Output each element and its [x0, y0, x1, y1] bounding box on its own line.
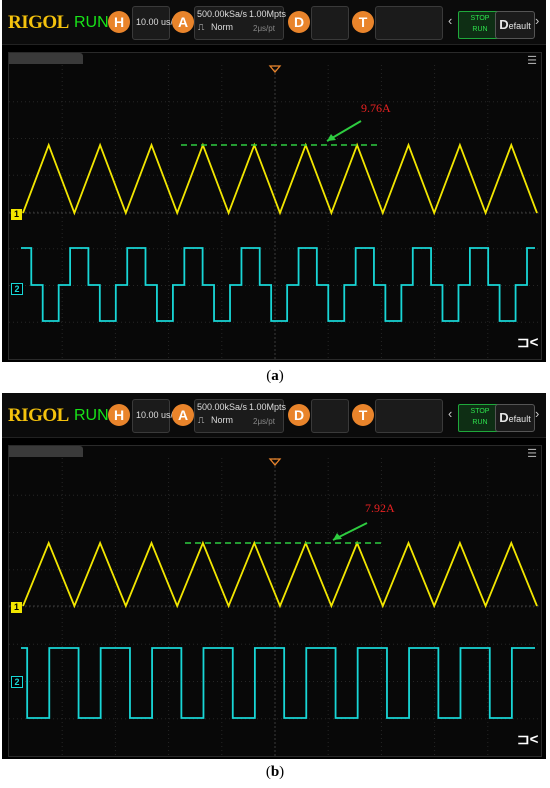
timebase-value: 10.00 us/: [136, 17, 174, 27]
ch1-marker[interactable]: 1: [11, 602, 22, 613]
caption-b: (b): [0, 764, 550, 781]
sample-rate: 500.00kSa/s: [197, 402, 248, 412]
default-button[interactable]: Default: [495, 11, 535, 39]
default-label: efault: [508, 21, 531, 31]
timebase-box[interactable]: 10.00 us/: [132, 6, 174, 40]
ch2-marker[interactable]: 2: [11, 283, 23, 295]
decode-box[interactable]: [311, 6, 349, 40]
acquire-button[interactable]: A: [172, 11, 194, 33]
waveform-canvas: [9, 458, 541, 756]
brand-logo: RIGOL: [8, 405, 69, 426]
decode-button[interactable]: D: [288, 404, 310, 426]
run-state: RUN: [74, 407, 109, 424]
default-initial: D: [499, 17, 509, 32]
ch1-marker[interactable]: 1: [11, 209, 22, 220]
chevron-left-icon[interactable]: ‹: [448, 13, 452, 28]
horizontal-button[interactable]: H: [108, 404, 130, 426]
trigger-mode: Norm: [211, 22, 233, 32]
exit-icon[interactable]: ⊐<: [517, 730, 538, 748]
default-label: efault: [508, 414, 531, 424]
acquire-box[interactable]: 500.00kSa/s 1.00Mpts ⎍ Norm 2μs/pt: [194, 6, 287, 40]
default-button[interactable]: Default: [495, 404, 535, 432]
caption-b-letter: b: [270, 764, 280, 780]
ch2-waveform: [21, 247, 535, 322]
trigger-button[interactable]: T: [352, 404, 374, 426]
top-toolbar: RIGOL RUN H 10.00 us/ A 500.00kSa/s 1.00…: [2, 393, 546, 438]
acquire-button[interactable]: A: [172, 404, 194, 426]
current-annotation: 7.92A: [365, 501, 395, 515]
exit-icon[interactable]: ⊐<: [517, 333, 538, 351]
decode-box[interactable]: [311, 399, 349, 433]
waveform-area[interactable]: ☰ 1 2 9.76A ⊐<: [8, 52, 542, 360]
acquire-box[interactable]: 500.00kSa/s 1.00Mpts ⎍ Norm 2μs/pt: [194, 399, 287, 433]
ch1-waveform: [22, 540, 538, 609]
run-state: RUN: [74, 14, 109, 31]
chevron-left-icon[interactable]: ‹: [448, 406, 452, 421]
ch2-waveform: [21, 647, 535, 719]
pulse-icon: ⎍: [198, 415, 205, 425]
sample-rate: 500.00kSa/s: [197, 9, 248, 19]
current-annotation: 9.76A: [361, 101, 391, 115]
time-per-point: 2μs/pt: [253, 417, 275, 426]
ch2-marker[interactable]: 2: [11, 676, 23, 688]
timebase-value: 10.00 us/: [136, 410, 174, 420]
caption-a-letter: a: [271, 368, 279, 384]
scope-panel-b: RIGOL RUN H 10.00 us/ A 500.00kSa/s 1.00…: [2, 393, 546, 759]
chevron-right-icon[interactable]: ›: [535, 13, 539, 28]
ch1-waveform: [22, 142, 538, 216]
waveform-canvas: [9, 65, 541, 359]
decode-button[interactable]: D: [288, 11, 310, 33]
trigger-box[interactable]: [375, 399, 443, 433]
horizontal-button[interactable]: H: [108, 11, 130, 33]
caption-a-close: ): [278, 368, 284, 384]
waveform-area[interactable]: ☰ 1 2 7.92A ⊐<: [8, 445, 542, 757]
default-initial: D: [499, 410, 509, 425]
caption-a: (a): [0, 368, 550, 385]
chevron-right-icon[interactable]: ›: [535, 406, 539, 421]
trigger-mode: Norm: [211, 415, 233, 425]
caption-b-close: ): [279, 764, 285, 780]
brand-logo: RIGOL: [8, 12, 69, 33]
trigger-box[interactable]: [375, 6, 443, 40]
memory-depth: 1.00Mpts: [249, 9, 287, 19]
time-per-point: 2μs/pt: [253, 24, 275, 33]
top-toolbar: RIGOL RUN H 10.00 us/ A 500.00kSa/s 1.00…: [2, 0, 546, 45]
trigger-button[interactable]: T: [352, 11, 374, 33]
scope-panel-a: RIGOL RUN H 10.00 us/ A 500.00kSa/s 1.00…: [2, 0, 546, 362]
pulse-icon: ⎍: [198, 22, 205, 32]
memory-depth: 1.00Mpts: [249, 402, 287, 412]
timebase-box[interactable]: 10.00 us/: [132, 399, 174, 433]
